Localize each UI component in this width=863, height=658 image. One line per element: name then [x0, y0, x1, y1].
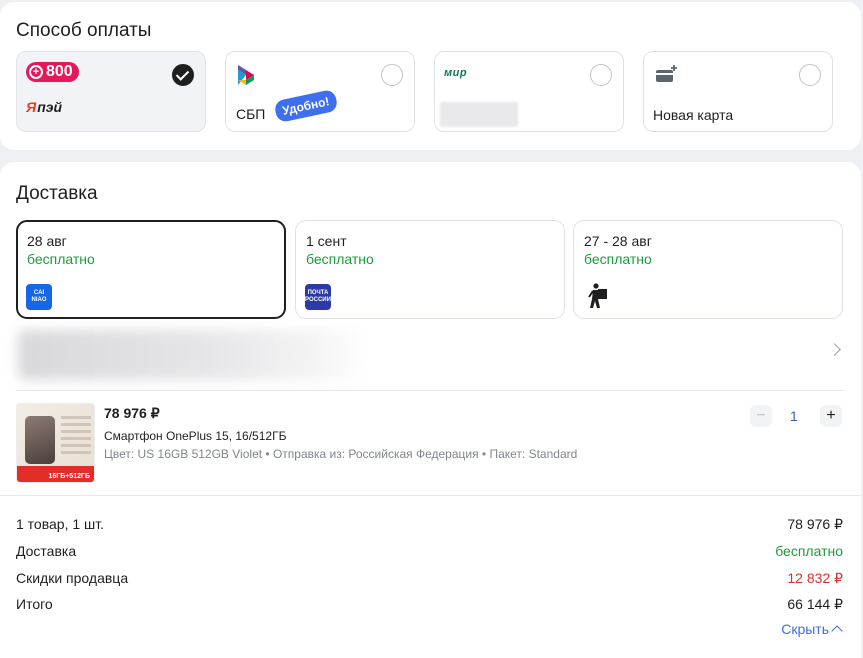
- cainiao-logo: CAI NIAO: [26, 284, 52, 310]
- delivery-title: Доставка: [16, 183, 98, 204]
- delivery-date: 1 сент: [306, 233, 347, 249]
- mir-logo: мир: [444, 67, 468, 79]
- payment-option-new-card[interactable]: Новая карта: [643, 51, 833, 132]
- radio-checked-icon[interactable]: [172, 64, 194, 86]
- chevron-up-icon: [831, 625, 843, 637]
- add-card-icon: [656, 65, 677, 82]
- yandex-pay-logo-text: пэй: [37, 99, 63, 115]
- product-promo-graphic: [61, 416, 91, 456]
- quantity-increase-button[interactable]: +: [820, 405, 842, 427]
- delivery-option-cainiao[interactable]: 28 авг бесплатно CAI NIAO: [16, 220, 286, 319]
- product-phone-image: [25, 416, 55, 464]
- payment-option-sbp[interactable]: СБП Удобно!: [225, 51, 415, 132]
- item-price: 78 976 ₽: [104, 405, 160, 421]
- quantity-decrease-button[interactable]: −: [750, 405, 772, 427]
- divider: [16, 390, 845, 391]
- summary-value: 66 144 ₽: [787, 596, 843, 612]
- divider: [0, 495, 861, 496]
- product-thumbnail[interactable]: 16ГБ+512ГБ: [16, 403, 95, 483]
- delivery-price: бесплатно: [584, 251, 652, 267]
- summary-label: 1 товар, 1 шт.: [16, 516, 105, 532]
- summary-value: бесплатно: [775, 543, 843, 559]
- plus-icon: +: [29, 65, 43, 79]
- delivery-section: Доставка 28 авг бесплатно CAI NIAO 1 сен…: [0, 162, 861, 658]
- item-name[interactable]: Смартфон OnePlus 15, 16/512ГБ: [104, 429, 286, 443]
- payment-option-yandex-pay[interactable]: + 800 Я пэй: [16, 51, 206, 132]
- payment-title: Способ оплаты: [16, 20, 152, 41]
- quantity-value: 1: [790, 408, 798, 424]
- chevron-right-icon[interactable]: [828, 343, 841, 356]
- new-card-label: Новая карта: [653, 107, 734, 123]
- product-thumb-caption: 16ГБ+512ГБ: [48, 473, 90, 480]
- pochta-logo: ПОЧТА РОССИИ: [305, 284, 331, 310]
- delivery-option-pochta[interactable]: 1 сент бесплатно ПОЧТА РОССИИ: [295, 220, 565, 319]
- summary-value: 78 976 ₽: [787, 516, 843, 532]
- radio-unchecked-icon[interactable]: [799, 64, 821, 86]
- convenient-tag: Удобно!: [273, 88, 339, 124]
- item-attributes: Цвет: US 16GB 512GB Violet • Отправка из…: [104, 447, 578, 461]
- delivery-price: бесплатно: [306, 251, 374, 267]
- delivery-option-courier[interactable]: 27 - 28 авг бесплатно: [573, 220, 843, 319]
- sbp-logo-icon: [238, 65, 254, 85]
- payment-option-mir-card[interactable]: мир: [434, 51, 624, 132]
- sbp-label: СБП: [236, 106, 266, 122]
- summary-label: Итого: [16, 596, 53, 612]
- delivery-address-blurred[interactable]: [18, 330, 368, 380]
- delivery-price: бесплатно: [27, 251, 95, 267]
- plus-800-badge: + 800: [26, 62, 79, 82]
- card-number-blurred: [440, 102, 518, 127]
- yandex-pay-logo: Я пэй: [26, 99, 62, 115]
- hide-summary-label: Скрыть: [781, 621, 829, 637]
- summary-label: Доставка: [16, 543, 77, 559]
- summary-row-total: Итого 66 144 ₽: [16, 596, 843, 613]
- delivery-date: 27 - 28 авг: [584, 233, 652, 249]
- yandex-pay-logo-prefix: Я: [26, 99, 37, 115]
- summary-row-discount: Скидки продавца 12 832 ₽: [16, 570, 843, 587]
- courier-icon: [588, 283, 607, 308]
- summary-row-items: 1 товар, 1 шт. 78 976 ₽: [16, 516, 843, 533]
- summary-label: Скидки продавца: [16, 570, 129, 586]
- radio-unchecked-icon[interactable]: [381, 64, 403, 86]
- payment-section: Способ оплаты + 800 Я пэй СБП Удобно! ми…: [0, 2, 861, 150]
- plus-badge-value: 800: [46, 63, 73, 80]
- hide-summary-link[interactable]: Скрыть: [781, 621, 843, 637]
- summary-value: 12 832 ₽: [787, 570, 843, 586]
- radio-unchecked-icon[interactable]: [590, 64, 612, 86]
- delivery-date: 28 авг: [27, 233, 67, 249]
- summary-row-delivery: Доставка бесплатно: [16, 543, 843, 559]
